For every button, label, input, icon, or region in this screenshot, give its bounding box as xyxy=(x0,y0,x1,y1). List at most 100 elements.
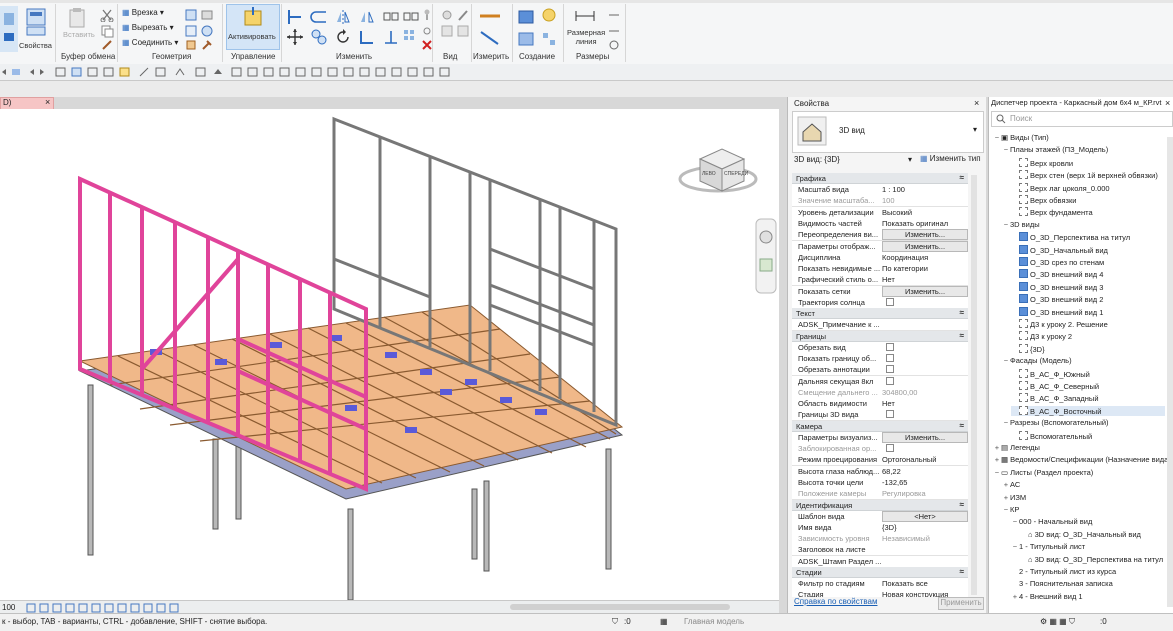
property-row[interactable]: Обрезать вид xyxy=(792,341,968,354)
browser-tree-item[interactable]: − КР xyxy=(1002,505,1165,514)
property-row[interactable]: Зависимость уровня Независимый xyxy=(792,533,968,546)
expand-toggle-icon[interactable]: − xyxy=(1002,356,1010,365)
expand-toggle-icon[interactable]: + xyxy=(1002,480,1010,489)
dim-settings-icon[interactable] xyxy=(607,38,621,52)
property-edit-button[interactable]: <Нет> xyxy=(882,510,968,522)
browser-search[interactable]: Поиск xyxy=(991,111,1173,127)
property-value[interactable]: Независимый xyxy=(882,534,968,543)
property-checkbox[interactable] xyxy=(886,298,894,306)
browser-tree-item[interactable]: О_3D_Перспектива на титул xyxy=(1011,232,1165,242)
geometry-tool-icon[interactable] xyxy=(200,24,214,38)
trim-single-icon[interactable] xyxy=(382,28,400,46)
expand-toggle-icon[interactable]: − xyxy=(1011,517,1019,526)
navigation-bar[interactable] xyxy=(755,218,777,294)
browser-tree-item[interactable]: Верх лаг цоколя_0.000 xyxy=(1011,182,1165,193)
browser-tree-item[interactable]: {3D} xyxy=(1011,343,1165,354)
browser-tree-item[interactable]: Д3 к уроку 2 xyxy=(1011,331,1165,341)
browser-tree-item[interactable]: О_3D срез по стенам xyxy=(1011,257,1165,267)
hammer-icon[interactable] xyxy=(200,38,214,52)
property-row[interactable]: Границы 3D вида xyxy=(792,409,968,422)
property-row[interactable]: Параметры визуализ... Изменить... xyxy=(792,431,968,444)
property-row[interactable]: ADSK_Примечание к ... xyxy=(792,319,968,332)
rotate-icon[interactable] xyxy=(334,28,352,46)
align-icon[interactable] xyxy=(286,8,304,26)
create-similar-icon[interactable] xyxy=(540,6,558,24)
browser-tree-item[interactable]: О_3D внешний вид 2 xyxy=(1011,294,1165,304)
viewcube[interactable] xyxy=(678,148,758,193)
browser-tree-item[interactable]: + АС xyxy=(1002,480,1165,489)
close-browser-icon[interactable]: × xyxy=(1165,98,1170,108)
properties-button[interactable]: Свойства xyxy=(19,6,52,52)
dim-tool-icon[interactable] xyxy=(607,8,621,22)
apply-button[interactable]: Применить xyxy=(938,597,984,610)
copy-elements-icon[interactable] xyxy=(310,28,328,46)
property-row[interactable]: Параметры отображ... Изменить... xyxy=(792,240,968,253)
horizontal-scrollbar[interactable] xyxy=(510,604,730,610)
browser-tree-item[interactable]: − Разрезы (Вспомогательный) xyxy=(1002,418,1165,427)
expand-toggle-icon[interactable]: − xyxy=(1002,418,1010,427)
property-row[interactable]: Показать невидимые ... По категории xyxy=(792,263,968,276)
browser-tree-item[interactable]: В_АС_Ф_Восточный xyxy=(1011,405,1165,416)
property-row[interactable]: Показать сетки Изменить... xyxy=(792,285,968,298)
cut-geometry-button[interactable]: ▦ Врезка ▾ xyxy=(122,8,164,17)
instance-selector[interactable]: 3D вид: {3D} ▾ xyxy=(794,155,912,167)
property-checkbox[interactable] xyxy=(886,410,894,419)
property-value[interactable]: 304800,00 xyxy=(882,388,968,397)
browser-tree-item[interactable]: − Планы этажей (ПЗ_Модель) xyxy=(1002,145,1165,154)
property-row[interactable]: Фильтр по стадиям Показать все xyxy=(792,578,968,590)
browser-tree-item[interactable]: 3 - Пояснительная записка xyxy=(1011,579,1165,588)
browser-tree-item[interactable]: О_3D внешний вид 1 xyxy=(1011,306,1165,317)
workset-icon[interactable]: ▦ xyxy=(660,617,668,626)
property-value[interactable]: Показать оригинал xyxy=(882,219,968,228)
property-checkbox[interactable] xyxy=(886,365,894,374)
browser-tree-item[interactable]: 2 - Титульный лист из курса xyxy=(1011,567,1165,576)
properties-section-header[interactable]: Стадии ≈ xyxy=(792,567,968,578)
dim-tool-icon[interactable] xyxy=(607,24,621,38)
browser-tree-item[interactable]: Верх обвязки xyxy=(1011,195,1165,205)
browser-tree-item[interactable]: О_3D внешний вид 4 xyxy=(1011,269,1165,279)
browser-tree-item[interactable]: + ▦ Ведомости/Спецификации (Назначение ви… xyxy=(993,455,1169,464)
browser-tree-item[interactable]: Верх кровли xyxy=(1011,157,1165,168)
measure-icon[interactable] xyxy=(478,8,502,22)
property-value[interactable]: {3D} xyxy=(882,523,968,532)
property-value[interactable]: Нет xyxy=(882,275,968,284)
properties-scrollbar[interactable] xyxy=(971,175,977,595)
properties-section-header[interactable]: Идентификация ≈ xyxy=(792,499,968,511)
property-value[interactable]: Нет xyxy=(882,399,968,408)
search-input[interactable]: Поиск xyxy=(1010,114,1032,123)
browser-tree-item[interactable]: −000 - Начальный вид xyxy=(1011,517,1165,526)
edit-type-button[interactable]: ▦ Изменить тип xyxy=(920,154,982,166)
browser-tree-item[interactable]: −1 - Титульный лист xyxy=(1011,542,1165,551)
split-icon[interactable] xyxy=(382,8,400,26)
property-edit-button[interactable]: Изменить... xyxy=(882,431,968,443)
browser-tree-item[interactable]: В_АС_Ф_Западный xyxy=(1011,393,1165,403)
browser-tree-item[interactable]: Д3 к уроку 2. Решение xyxy=(1011,319,1165,329)
browser-tree-item[interactable]: − ▭ Листы (Раздел проекта) xyxy=(993,468,1165,477)
paste-button[interactable]: Вставить xyxy=(62,6,95,48)
expand-toggle-icon[interactable]: − xyxy=(993,468,1001,477)
array-icon[interactable] xyxy=(402,28,420,46)
property-row[interactable]: Режим проецирования Ортогональный xyxy=(792,454,968,467)
3d-viewport[interactable]: ЛЕВО СПЕРЕДИ xyxy=(0,109,779,600)
activate-button[interactable]: Активировать xyxy=(226,4,280,50)
property-row[interactable]: Переопределения ви... Изменить... xyxy=(792,229,968,242)
property-value[interactable]: Координация xyxy=(882,253,968,262)
expand-toggle-icon[interactable]: + xyxy=(1011,592,1019,601)
property-row[interactable]: Заголовок на листе xyxy=(792,544,968,557)
browser-tree-item[interactable]: Верх фундамента xyxy=(1011,207,1165,217)
copy-icon[interactable] xyxy=(100,24,114,38)
properties-section-header[interactable]: Камера ≈ xyxy=(792,420,968,432)
property-value[interactable]: 68,22 xyxy=(882,467,968,476)
geometry-tool-icon[interactable] xyxy=(184,24,198,38)
override-icon[interactable] xyxy=(456,8,470,22)
property-value[interactable]: Регулировка xyxy=(882,489,968,498)
match-props-icon[interactable] xyxy=(100,38,114,52)
expand-toggle-icon[interactable]: − xyxy=(1002,220,1010,229)
browser-tree-item[interactable]: В_АС_Ф_Северный xyxy=(1011,381,1165,391)
expand-toggle-icon[interactable]: − xyxy=(1002,505,1010,514)
properties-section-header[interactable]: Текст ≈ xyxy=(792,308,968,320)
dimension-aligned-icon[interactable] xyxy=(478,28,504,48)
property-checkbox[interactable] xyxy=(886,376,894,385)
properties-section-header[interactable]: Границы ≈ xyxy=(792,330,968,342)
property-row[interactable]: Имя вида {3D} xyxy=(792,521,968,534)
